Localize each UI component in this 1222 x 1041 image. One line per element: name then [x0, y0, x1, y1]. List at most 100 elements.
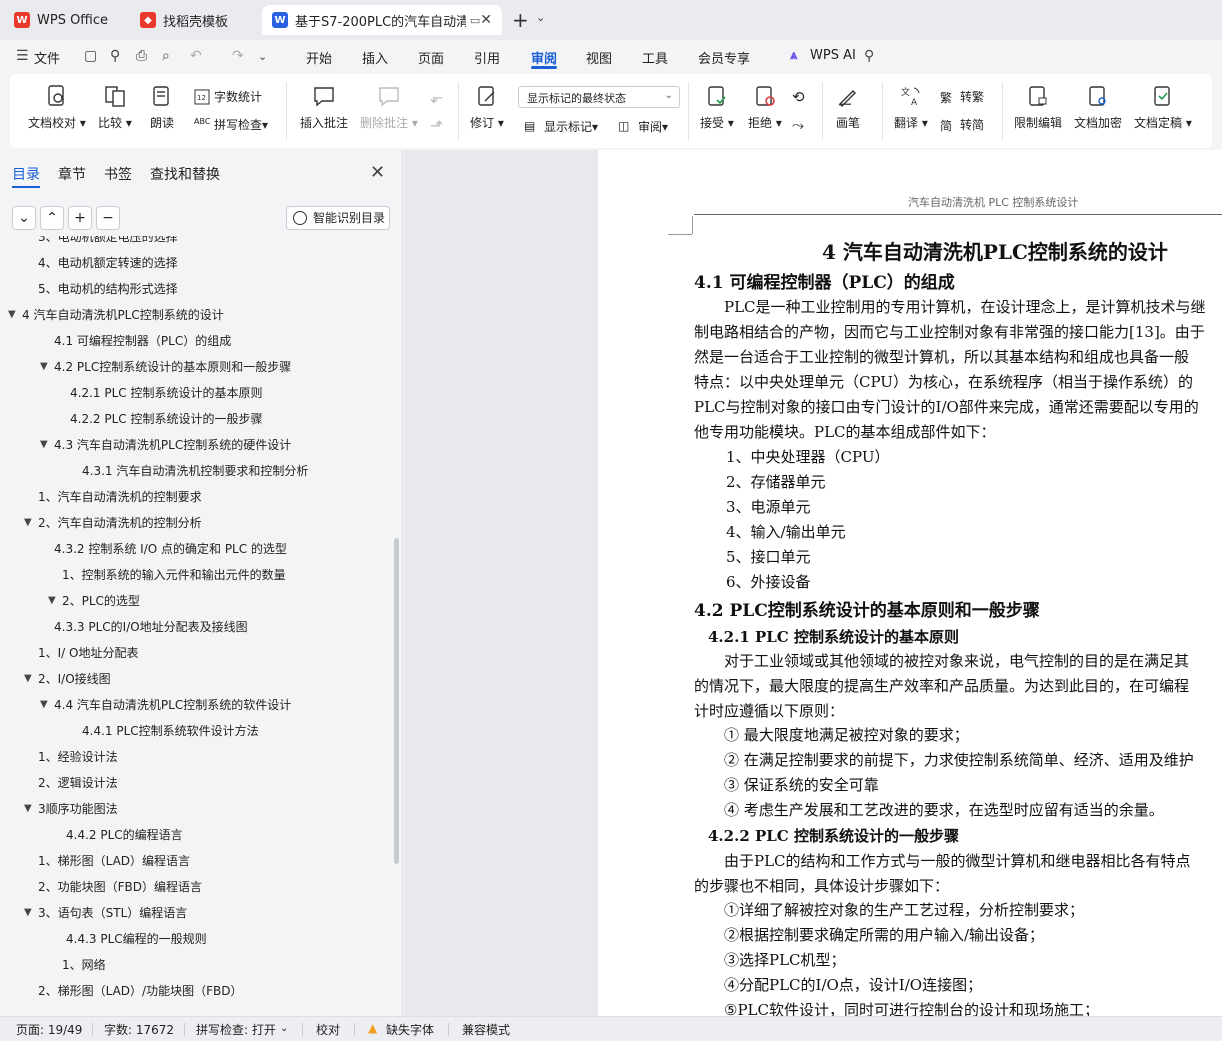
- close-icon[interactable]: ✕: [480, 12, 492, 28]
- document-page[interactable]: 汽车自动清洗机 PLC 控制系统设计 4 汽车自动清洗机PLC控制系统的设计 4…: [598, 150, 1222, 1016]
- menu-tools[interactable]: 工具: [642, 48, 668, 67]
- toc-item[interactable]: 2、汽车自动清洗机的控制分析: [38, 514, 202, 532]
- toc-item[interactable]: 2、PLC的选型: [62, 592, 140, 610]
- menu-view[interactable]: 视图: [586, 48, 612, 67]
- document-area[interactable]: 汽车自动清洗机 PLC 控制系统设计 4 汽车自动清洗机PLC控制系统的设计 4…: [404, 150, 1222, 1016]
- caret-down-icon[interactable]: ▼: [40, 699, 48, 710]
- compare-button[interactable]: 比较 ▾: [98, 84, 132, 131]
- toc-item[interactable]: 3、语句表（STL）编程语言: [38, 904, 187, 922]
- toc-item[interactable]: 4.4.2 PLC的编程语言: [66, 826, 183, 844]
- tab-active-document[interactable]: W 基于S7-200PLC的汽车自动清 ▭ ✕: [262, 5, 502, 35]
- toc-item[interactable]: 4.2.2 PLC 控制系统设计的一般步骤: [70, 410, 262, 428]
- add-heading-button[interactable]: +: [68, 206, 92, 230]
- toc-item[interactable]: 3、电动机额定电压的选择: [38, 236, 178, 246]
- toc-item[interactable]: 4.3 汽车自动清洗机PLC控制系统的硬件设计: [54, 436, 291, 454]
- toc-item[interactable]: 1、I/ O地址分配表: [38, 644, 138, 662]
- show-markup-button[interactable]: ▤ 显示标记 ▾: [524, 118, 598, 135]
- toc-item[interactable]: 1、控制系统的输入元件和输出元件的数量: [62, 566, 286, 584]
- toc-item[interactable]: 4、电动机额定转速的选择: [38, 254, 178, 272]
- toc-item[interactable]: 1、汽车自动清洗机的控制要求: [38, 488, 202, 506]
- screen-icon[interactable]: ▭: [470, 14, 480, 27]
- previous-comment-icon[interactable]: ⬐: [430, 88, 443, 107]
- share-icon[interactable]: ⚲: [110, 48, 120, 64]
- toc-item[interactable]: 4 汽车自动清洗机PLC控制系统的设计: [22, 306, 224, 324]
- toc-item[interactable]: 2、逻辑设计法: [38, 774, 118, 792]
- markup-state-select[interactable]: 显示标记的最终状态 ⌄: [518, 86, 680, 108]
- proof-status[interactable]: 校对: [316, 1021, 340, 1038]
- reject-button[interactable]: 拒绝 ▾: [748, 84, 782, 131]
- toc-item[interactable]: 4.4.3 PLC编程的一般规则: [66, 930, 207, 948]
- page-indicator[interactable]: 页面: 19/49: [16, 1021, 82, 1038]
- tab-chapters[interactable]: 章节: [58, 164, 86, 184]
- caret-down-icon[interactable]: ▼: [24, 803, 32, 814]
- word-count-button[interactable]: 12 字数统计: [194, 88, 262, 105]
- encrypt-button[interactable]: 文档加密: [1074, 84, 1122, 131]
- toc-item[interactable]: 4.3.3 PLC的I/O地址分配表及接线图: [54, 618, 248, 636]
- caret-down-icon[interactable]: ▼: [48, 595, 56, 606]
- search-icon[interactable]: ⚲: [864, 48, 874, 64]
- toc-item[interactable]: 4.2.1 PLC 控制系统设计的基本原则: [70, 384, 262, 402]
- spell-check-status[interactable]: 拼写检查: 打开: [196, 1021, 276, 1038]
- smart-toc-button[interactable]: 智能识别目录: [286, 206, 390, 230]
- tab-docer-templates[interactable]: ◆ 找稻壳模板: [130, 5, 255, 35]
- save-icon[interactable]: ▢: [84, 48, 97, 64]
- toc-item[interactable]: 2、梯形图（LAD）/功能块图（FBD）: [38, 982, 242, 1000]
- caret-down-icon[interactable]: ▼: [24, 673, 32, 684]
- translate-button[interactable]: 文A 翻译 ▾: [894, 84, 928, 131]
- review-pane-button[interactable]: ◫ 审阅 ▾: [618, 118, 668, 135]
- chevron-down-icon[interactable]: ⌄: [280, 1023, 288, 1034]
- menu-vip[interactable]: 会员专享: [698, 48, 750, 67]
- menu-references[interactable]: 引用: [474, 48, 500, 67]
- toc-item[interactable]: 2、功能块图（FBD）编程语言: [38, 878, 202, 896]
- accept-button[interactable]: 接受 ▾: [700, 84, 734, 131]
- caret-down-icon[interactable]: ▼: [40, 361, 48, 372]
- tab-toc[interactable]: 目录: [12, 164, 40, 184]
- redo-icon[interactable]: ↷: [232, 48, 244, 64]
- revise-button[interactable]: 修订 ▾: [470, 84, 504, 131]
- hamburger-icon[interactable]: ☰: [16, 48, 29, 64]
- new-tab-button[interactable]: +: [512, 9, 529, 31]
- to-simplified-button[interactable]: 简 转简: [940, 116, 984, 133]
- tab-bookmarks[interactable]: 书签: [104, 164, 132, 184]
- restrict-edit-button[interactable]: 限制编辑: [1014, 84, 1062, 131]
- print-preview-icon[interactable]: ⌕: [162, 48, 170, 64]
- toc-item[interactable]: 1、网络: [62, 956, 106, 974]
- menu-review[interactable]: 审阅: [531, 48, 557, 67]
- collapse-all-button[interactable]: ⌄: [12, 206, 36, 230]
- toc-item[interactable]: 4.4.1 PLC控制系统软件设计方法: [82, 722, 259, 740]
- spell-check-button[interactable]: ABC 拼写检查 ▾: [194, 116, 268, 133]
- caret-down-icon[interactable]: ▼: [40, 439, 48, 450]
- menu-file[interactable]: 文件: [34, 48, 60, 67]
- toc-item[interactable]: 4.3.2 控制系统 I/O 点的确定和 PLC 的选型: [54, 540, 287, 558]
- compat-mode-status[interactable]: 兼容模式: [462, 1021, 510, 1038]
- menu-insert[interactable]: 插入: [362, 48, 388, 67]
- proofread-button[interactable]: 文档校对 ▾: [28, 84, 86, 131]
- previous-revision-icon[interactable]: ⟲: [792, 88, 805, 106]
- toc-item[interactable]: 5、电动机的结构形式选择: [38, 280, 178, 298]
- caret-down-icon[interactable]: ▼: [24, 517, 32, 528]
- chevron-down-icon[interactable]: ⌄: [536, 11, 545, 24]
- pen-button[interactable]: 画笔: [836, 84, 860, 131]
- toc-item[interactable]: 3顺序功能图法: [38, 800, 118, 818]
- toc-item[interactable]: 1、经验设计法: [38, 748, 118, 766]
- close-icon[interactable]: ✕: [370, 162, 385, 183]
- to-traditional-button[interactable]: 繁 转繁: [940, 88, 984, 105]
- toc-item[interactable]: 4.4 汽车自动清洗机PLC控制系统的软件设计: [54, 696, 291, 714]
- delete-comment-button[interactable]: 删除批注 ▾: [360, 84, 418, 131]
- next-comment-icon[interactable]: ⬏: [430, 116, 443, 135]
- menu-home[interactable]: 开始: [306, 48, 332, 67]
- insert-comment-button[interactable]: 插入批注: [300, 84, 348, 131]
- caret-down-icon[interactable]: ▼: [24, 907, 32, 918]
- menu-wps-ai[interactable]: WPS AI: [810, 48, 856, 63]
- next-revision-icon[interactable]: ⤳: [792, 116, 804, 134]
- toc-item[interactable]: 4.1 可编程控制器（PLC）的组成: [54, 332, 231, 350]
- missing-font-status[interactable]: 缺失字体: [386, 1021, 434, 1038]
- print-icon[interactable]: ⎙: [136, 48, 147, 64]
- chevron-down-icon[interactable]: ⌄: [258, 50, 267, 63]
- menu-page[interactable]: 页面: [418, 48, 444, 67]
- finalize-button[interactable]: 文档定稿 ▾: [1134, 84, 1192, 131]
- expand-up-button[interactable]: ⌃: [40, 206, 64, 230]
- tab-wps-office[interactable]: W WPS Office: [4, 5, 124, 35]
- word-count[interactable]: 字数: 17672: [104, 1021, 174, 1038]
- toc-item[interactable]: 4.3.1 汽车自动清洗机控制要求和控制分析: [82, 462, 308, 480]
